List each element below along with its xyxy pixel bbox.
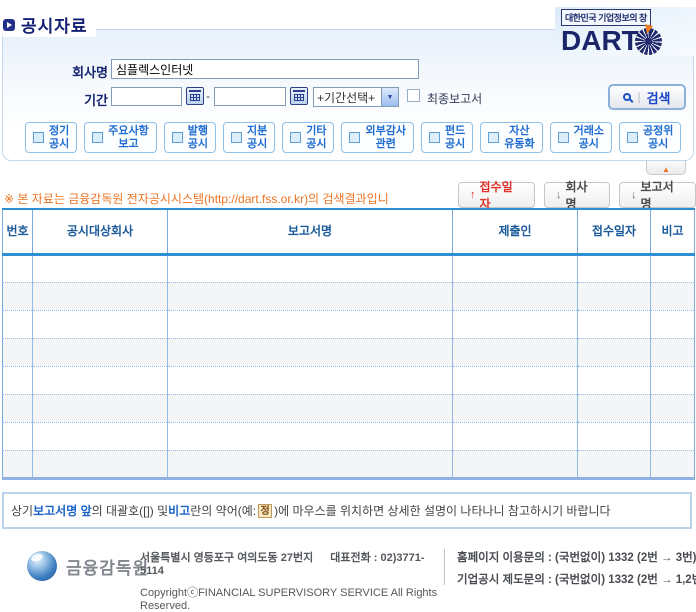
sort-up-icon: ↑ [470,189,476,201]
period-dash: - [206,89,210,103]
table-row [3,422,695,450]
fss-logo: 금융감독원 [27,551,149,581]
filter-checkbox[interactable] [92,132,103,143]
filter-ftc-disclosure[interactable]: 공정위공시 [619,122,681,153]
table-row [3,394,695,422]
col-company: 공시대상회사 [33,209,168,254]
report-name-emphasis: 보고서명 앞 [33,502,92,519]
filter-equity-disclosure[interactable]: 지분공시 [223,122,275,153]
footer-address: 서울특별시 영등포구 여의도동 27번지 [140,552,313,564]
disclosure-result-table: 번호 공시대상회사 보고서명 제출인 접수일자 비고 [2,208,695,480]
filter-asset-securitization[interactable]: 자산유동화 [480,122,542,153]
table-row [3,254,695,282]
fss-org-name: 금융감독원 [66,554,149,579]
footer-contact-block: 홈페이지 이용문의 : (국번없이) 1332 (2번 → 3번) 기업공시 제… [457,548,696,592]
final-report-checkbox[interactable] [407,89,420,102]
collapse-arrow-icon: ▲ [662,165,670,174]
company-label: 회사명 [36,62,108,81]
fss-globe-icon [27,551,57,581]
filter-row: 정기공시 주요사항보고 발행공시 지분공시 기타공시 외부감사관련 펀드공시 [25,122,681,153]
period-label: 기간 [36,90,108,109]
brand-tagline: 대한민국 기업정보의 창 [561,9,651,26]
sort-by-date-button[interactable]: ↑ 접수일자 [458,182,535,208]
filter-issuance-disclosure[interactable]: 발행공시 [164,122,216,153]
footer-contact-disclosure: 기업공시 제도문의 : (국번없이) 1332 (2번 → 1,2번 [457,570,696,592]
table-row [3,450,695,478]
search-button[interactable]: | 검색 [608,84,686,110]
filter-checkbox[interactable] [33,132,44,143]
table-header-row: 번호 공시대상회사 보고서명 제출인 접수일자 비고 [3,209,695,254]
col-report-name: 보고서명 [168,209,453,254]
footer-divider [444,549,445,585]
page-title: 공시자료 [21,12,88,37]
search-icon [623,93,631,101]
remark-emphasis: 비고 [168,502,190,519]
filter-checkbox[interactable] [231,132,242,143]
help-note: 상기 보고서명 앞의 대괄호([]) 및 비고란의 약어(예: 정)에 마우스를… [2,492,692,529]
starburst-icon [635,28,662,55]
period-to-input[interactable] [214,87,286,106]
source-notice: ※ 본 자료는 금융감독원 전자공시시스템(http://dart.fss.or… [4,190,456,207]
filter-checkbox[interactable] [290,132,301,143]
col-remark: 비고 [651,209,695,254]
filter-checkbox[interactable] [627,132,638,143]
footer-contact-web: 홈페이지 이용문의 : (국번없이) 1332 (2번 → 3번) [457,548,696,570]
search-button-label: 검색 [647,88,671,107]
sort-down-icon: ↓ [631,189,637,201]
dart-logo: DART [561,27,639,55]
sort-by-report-button[interactable]: ↓ 보고서명 [619,182,696,208]
collapse-panel-button[interactable]: ▲ [646,161,686,175]
filter-major-issues-report[interactable]: 주요사항보고 [84,122,156,153]
page-header: 공시자료 [3,12,96,37]
period-select[interactable]: +기간선택+ ▼ [313,87,399,107]
search-button-divider: | [637,90,640,104]
filter-fund-disclosure[interactable]: 펀드공시 [421,122,473,153]
filter-checkbox[interactable] [488,132,499,143]
footer-address-block: 서울특별시 영등포구 여의도동 27번지 대표전화 : 02)3771-5114… [140,549,440,612]
filter-exchange-disclosure[interactable]: 거래소공시 [550,122,612,153]
abbreviation-badge: 정 [258,504,272,518]
period-select-value: +기간선택+ [314,89,381,106]
sort-down-icon: ↓ [556,189,562,201]
col-number: 번호 [3,209,33,254]
filter-other-disclosure[interactable]: 기타공시 [282,122,334,153]
filter-periodic-disclosure[interactable]: 정기공시 [25,122,77,153]
final-report-label: 최종보고서 [427,90,482,107]
footer: 금융감독원 서울특별시 영등포구 여의도동 27번지 대표전화 : 02)377… [0,543,696,595]
calendar-icon[interactable] [290,87,308,105]
company-input[interactable] [111,59,419,79]
col-submitter: 제출인 [453,209,578,254]
dropdown-arrow-icon[interactable]: ▼ [381,88,398,106]
filter-checkbox[interactable] [558,132,569,143]
sort-by-company-button[interactable]: ↓ 회사명 [544,182,610,208]
table-row [3,338,695,366]
filter-checkbox[interactable] [172,132,183,143]
filter-checkbox[interactable] [429,132,440,143]
calendar-icon[interactable] [186,87,204,105]
filter-checkbox[interactable] [349,132,360,143]
footer-copyright: CopyrightⓒFINANCIAL SUPERVISORY SERVICE … [140,584,440,612]
dart-brand: 대한민국 기업정보의 창 DART [555,7,696,56]
table-row [3,310,695,338]
table-row [3,366,695,394]
sort-buttons: ↑ 접수일자 ↓ 회사명 ↓ 보고서명 [458,182,696,208]
period-from-input[interactable] [111,87,182,106]
filter-external-audit[interactable]: 외부감사관련 [341,122,413,153]
title-bullet-icon [3,19,15,31]
table-row [3,282,695,310]
col-receipt-date: 접수일자 [578,209,651,254]
